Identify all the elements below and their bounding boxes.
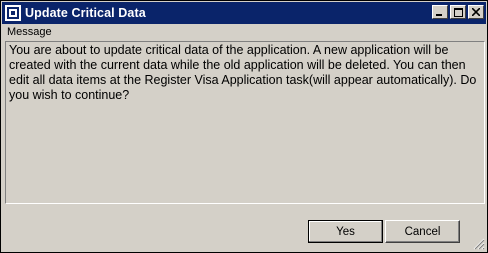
- dialog-window: Update Critical Data Message You are abo…: [0, 0, 488, 253]
- title-bar[interactable]: Update Critical Data: [2, 2, 486, 24]
- message-panel: You are about to update critical data of…: [5, 41, 485, 204]
- maximize-icon: [453, 7, 463, 17]
- cancel-button[interactable]: Cancel: [385, 220, 460, 243]
- minimize-icon: [436, 14, 442, 16]
- close-button[interactable]: [468, 5, 484, 19]
- window-title: Update Critical Data: [25, 6, 146, 20]
- resize-grip-icon[interactable]: [473, 238, 485, 250]
- application-icon: [5, 5, 21, 21]
- maximize-button[interactable]: [450, 5, 466, 19]
- yes-button[interactable]: Yes: [308, 220, 383, 243]
- message-text: You are about to update critical data of…: [9, 43, 477, 102]
- window-controls: [432, 5, 484, 19]
- message-panel-header: Message: [7, 26, 52, 38]
- close-icon: [472, 8, 480, 16]
- minimize-button[interactable]: [432, 5, 448, 19]
